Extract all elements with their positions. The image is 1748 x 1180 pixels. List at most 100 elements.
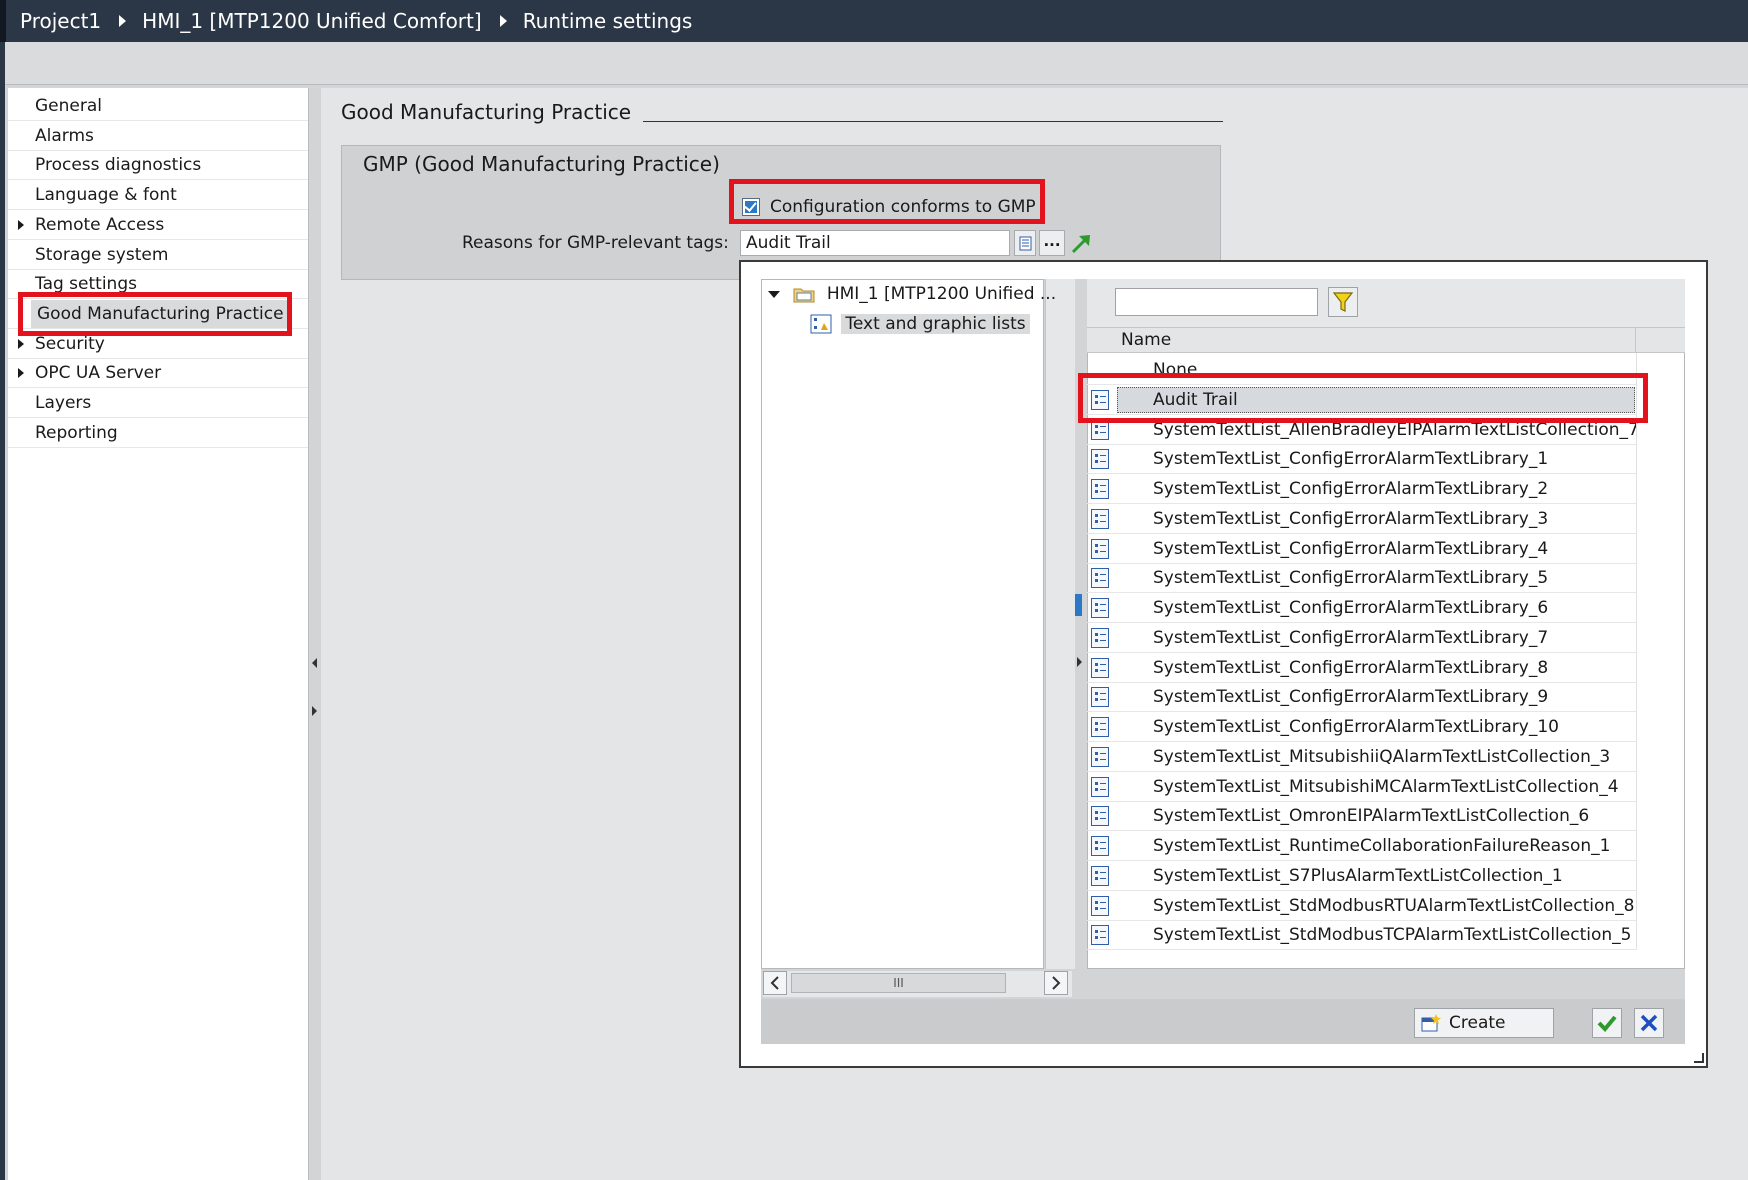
breadcrumb-separator-icon	[119, 15, 127, 27]
create-button[interactable]: Create	[1414, 1008, 1554, 1038]
text-list-icon	[1091, 449, 1109, 470]
goto-arrow-icon[interactable]	[1070, 230, 1094, 256]
list-item[interactable]: SystemTextList_MitsubishiMCAlarmTextList…	[1087, 773, 1637, 802]
expand-right-icon[interactable]	[1077, 657, 1082, 667]
list-item[interactable]: SystemTextList_ConfigErrorAlarmTextLibra…	[1087, 654, 1637, 683]
list-item-name: SystemTextList_AllenBradleyEIPAlarmTextL…	[1153, 419, 1639, 440]
nav-item[interactable]: Remote Access	[8, 211, 308, 240]
nav-item[interactable]: General	[8, 92, 308, 121]
nav-item[interactable]: Language & font	[8, 181, 308, 211]
resize-grip-icon[interactable]	[1694, 1053, 1704, 1063]
chevron-right-icon	[1052, 976, 1061, 990]
list-item[interactable]: SystemTextList_ConfigErrorAlarmTextLibra…	[1087, 564, 1637, 594]
expand-arrow-icon[interactable]	[18, 338, 24, 349]
ok-button[interactable]	[1592, 1008, 1622, 1038]
filter-input[interactable]	[1115, 288, 1318, 316]
nav-item-label: Tag settings	[35, 274, 137, 295]
list-column-edge	[1636, 353, 1637, 949]
list-item[interactable]: SystemTextList_StdModbusTCPAlarmTextList…	[1087, 921, 1637, 951]
nav-item[interactable]: Layers	[8, 389, 308, 418]
list-item-name: SystemTextList_ConfigErrorAlarmTextLibra…	[1153, 449, 1549, 470]
section-title: Good Manufacturing Practice	[341, 100, 632, 124]
reasons-label: Reasons for GMP-relevant tags:	[462, 233, 729, 253]
column-divider[interactable]	[1635, 328, 1636, 352]
scroll-right-button[interactable]	[1044, 971, 1068, 995]
column-header-name[interactable]: Name	[1121, 328, 1171, 352]
cancel-button[interactable]	[1634, 1008, 1664, 1038]
collapse-left-icon[interactable]	[1075, 594, 1082, 616]
list-item-name: SystemTextList_ConfigErrorAlarmTextLibra…	[1153, 538, 1549, 559]
breadcrumb-device[interactable]: HMI_1 [MTP1200 Unified Comfort]	[142, 9, 482, 33]
text-list-icon	[1091, 895, 1109, 916]
window-edge	[0, 42, 5, 1180]
tree-node-text-graphic-lists[interactable]: Text and graphic lists	[810, 311, 1030, 337]
tree-expanded-icon[interactable]	[768, 290, 780, 298]
list-item-name: SystemTextList_RuntimeCollaborationFailu…	[1153, 836, 1611, 856]
expand-arrow-icon[interactable]	[18, 219, 24, 230]
list-item[interactable]: SystemTextList_RuntimeCollaborationFailu…	[1087, 832, 1637, 861]
breadcrumb-project[interactable]: Project1	[20, 9, 101, 33]
funnel-icon	[1332, 292, 1354, 312]
tree-root-label[interactable]: HMI_1 [MTP1200 Unified ...	[827, 284, 1056, 304]
list-item[interactable]: SystemTextList_ConfigErrorAlarmTextLibra…	[1087, 683, 1637, 713]
list-item[interactable]: SystemTextList_ConfigErrorAlarmTextLibra…	[1087, 475, 1637, 504]
nav-item[interactable]: Process diagnostics	[8, 151, 308, 181]
gmp-conform-label[interactable]: Configuration conforms to GMP	[770, 197, 1036, 217]
nav-item-label: Layers	[35, 393, 92, 413]
filter-button[interactable]	[1328, 287, 1358, 317]
list-item-name: SystemTextList_ConfigErrorAlarmTextLibra…	[1153, 568, 1549, 589]
gmp-conform-checkbox-row[interactable]: Configuration conforms to GMP	[742, 194, 1036, 220]
browse-button[interactable]: ...	[1039, 230, 1065, 256]
list-item[interactable]: Audit Trail	[1087, 386, 1637, 415]
list-icon	[1019, 236, 1032, 251]
expand-arrow-icon[interactable]	[18, 368, 24, 379]
nav-item[interactable]: Alarms	[8, 122, 308, 151]
list-item[interactable]: SystemTextList_ConfigErrorAlarmTextLibra…	[1087, 624, 1637, 653]
nav-item-label: Reporting	[35, 422, 118, 443]
nav-item[interactable]: Reporting	[8, 419, 308, 448]
text-list-icon	[1091, 687, 1109, 708]
nav-item[interactable]: OPC UA Server	[8, 359, 308, 389]
list-item[interactable]: SystemTextList_ConfigErrorAlarmTextLibra…	[1087, 505, 1637, 534]
list-item[interactable]: SystemTextList_ConfigErrorAlarmTextLibra…	[1087, 594, 1637, 623]
list-item[interactable]: SystemTextList_AllenBradleyEIPAlarmTextL…	[1087, 416, 1639, 445]
list-view-button[interactable]	[1014, 230, 1036, 256]
gmp-conform-checkbox[interactable]	[742, 198, 760, 216]
nav-item-label: Storage system	[35, 244, 169, 265]
list-item[interactable]: SystemTextList_ConfigErrorAlarmTextLibra…	[1087, 445, 1637, 475]
expand-right-icon[interactable]	[312, 706, 317, 716]
list-item[interactable]: SystemTextList_StdModbusRTUAlarmTextList…	[1087, 892, 1637, 921]
nav-item[interactable]: Good Manufacturing Practice	[8, 299, 308, 329]
picker-tree-pane	[761, 279, 1044, 969]
reasons-input[interactable]: Audit Trail	[740, 230, 1010, 256]
scroll-thumb[interactable]: III	[791, 973, 1006, 993]
text-list-icon	[1091, 925, 1109, 946]
scroll-left-button[interactable]	[763, 971, 787, 995]
list-item-name: SystemTextList_ConfigErrorAlarmTextLibra…	[1153, 479, 1549, 499]
tree-horizontal-scrollbar[interactable]: III	[763, 971, 1072, 997]
folder-icon	[793, 288, 815, 303]
text-list-icon	[1091, 746, 1109, 767]
text-list-icon	[1091, 538, 1109, 559]
text-list-icon	[1091, 717, 1109, 737]
checkmark-icon	[1597, 1015, 1617, 1032]
text-list-icon	[1091, 836, 1109, 856]
tree-child-label[interactable]: Text and graphic lists	[841, 314, 1030, 334]
list-item[interactable]: SystemTextList_OmronEIPAlarmTextListColl…	[1087, 802, 1637, 832]
nav-item[interactable]: Security	[8, 330, 308, 359]
nav-item[interactable]: Storage system	[8, 241, 308, 270]
list-item[interactable]: None	[1087, 356, 1637, 385]
list-item-name: SystemTextList_MitsubishiiQAlarmTextList…	[1153, 746, 1611, 767]
breadcrumb-separator-icon	[499, 15, 507, 27]
collapse-left-icon[interactable]	[312, 658, 317, 668]
list-item[interactable]: SystemTextList_S7PlusAlarmTextListCollec…	[1087, 862, 1637, 891]
tree-node-root[interactable]: HMI_1 [MTP1200 Unified ...	[768, 281, 1056, 307]
list-item[interactable]: SystemTextList_ConfigErrorAlarmTextLibra…	[1087, 713, 1637, 742]
list-item[interactable]: SystemTextList_ConfigErrorAlarmTextLibra…	[1087, 535, 1637, 564]
breadcrumb-page: Runtime settings	[522, 9, 693, 33]
pane-divider[interactable]	[1075, 279, 1087, 969]
nav-splitter[interactable]	[308, 88, 321, 1180]
nav-item[interactable]: Tag settings	[8, 270, 308, 300]
list-item[interactable]: SystemTextList_MitsubishiiQAlarmTextList…	[1087, 743, 1637, 772]
list-item-name: SystemTextList_OmronEIPAlarmTextListColl…	[1153, 806, 1590, 827]
